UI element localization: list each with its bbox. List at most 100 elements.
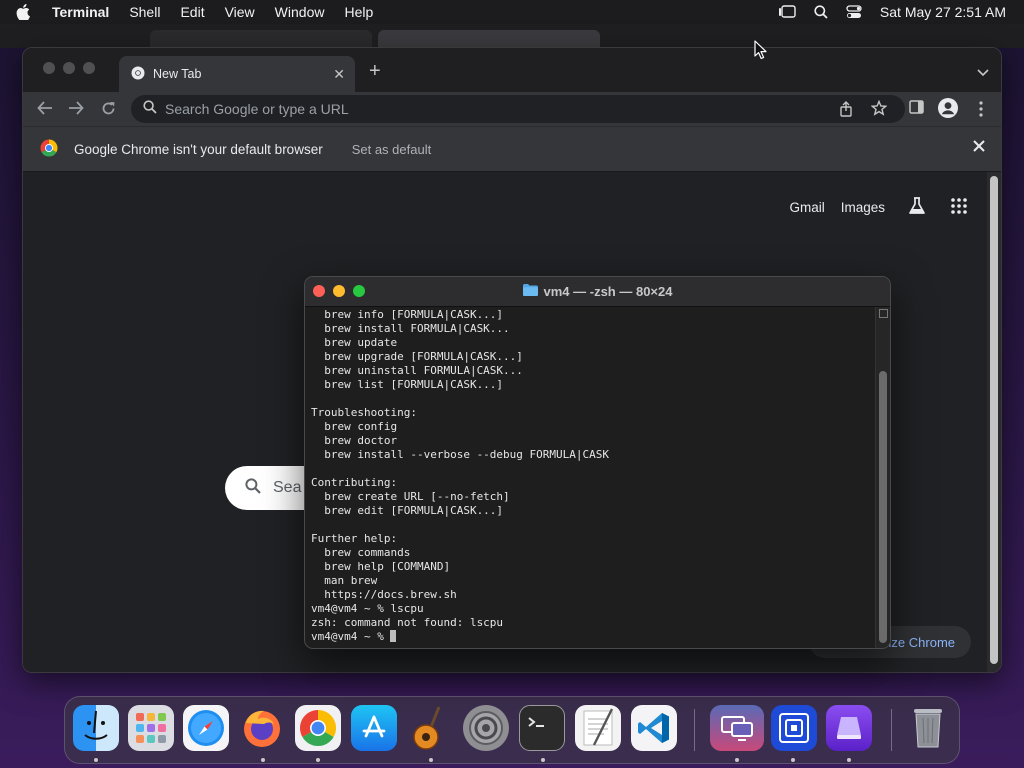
omnibox[interactable]: Search Google or type a URL <box>131 95 905 123</box>
dock-running-dot <box>94 758 98 762</box>
apple-menu-icon[interactable] <box>16 4 36 20</box>
terminal-line: brew info [FORMULA|CASK...] <box>311 308 504 321</box>
terminal-line: zsh: command not found: lscpu <box>311 616 504 629</box>
terminal-scrollbar[interactable] <box>875 307 890 648</box>
terminal-close-button[interactable] <box>313 285 325 297</box>
search-icon <box>143 99 157 119</box>
mouse-pointer-icon <box>754 40 768 65</box>
tab-new-tab[interactable]: New Tab ✕ <box>119 56 355 92</box>
terminal-line: brew install --verbose --debug FORMULA|C… <box>311 448 610 461</box>
search-icon <box>245 477 261 499</box>
page-scrollbar[interactable] <box>987 172 1001 672</box>
dock-separator <box>891 709 892 751</box>
dock-launchpad-icon[interactable] <box>128 705 174 751</box>
share-icon[interactable] <box>839 101 853 122</box>
infobar-message: Google Chrome isn't your default browser <box>74 141 323 157</box>
set-as-default-button[interactable]: Set as default <box>352 142 432 157</box>
dock-vscode-icon[interactable] <box>631 705 677 751</box>
side-panel-icon[interactable] <box>909 100 924 119</box>
spotlight-search-icon[interactable] <box>814 5 828 19</box>
menu-view[interactable]: View <box>225 4 255 20</box>
dock-utm-icon[interactable] <box>771 705 817 751</box>
chrome-favicon-icon <box>131 66 145 83</box>
dock-screen-sharing-icon[interactable] <box>710 705 764 751</box>
labs-flask-icon[interactable] <box>907 196 927 219</box>
omnibox-placeholder: Search Google or type a URL <box>165 101 349 117</box>
reload-icon[interactable] <box>101 101 116 121</box>
stage-manager-icon[interactable] <box>778 5 796 19</box>
window-controls <box>43 62 95 74</box>
terminal-zoom-button[interactable] <box>353 285 365 297</box>
dock-textedit-icon[interactable] <box>575 705 621 751</box>
terminal-line: Troubleshooting: <box>311 406 417 419</box>
control-center-icon[interactable] <box>846 5 862 19</box>
menu-help[interactable]: Help <box>344 4 373 20</box>
default-browser-infobar: Google Chrome isn't your default browser… <box>23 126 1001 172</box>
tab-close-icon[interactable]: ✕ <box>333 66 345 83</box>
close-window-button[interactable] <box>43 62 55 74</box>
terminal-line: brew update <box>311 336 398 349</box>
menu-window[interactable]: Window <box>275 4 325 20</box>
kebab-menu-icon[interactable] <box>979 101 983 122</box>
google-apps-grid-icon[interactable] <box>951 198 967 217</box>
dock-terminal-icon[interactable] <box>519 705 565 751</box>
minimize-window-button[interactable] <box>63 62 75 74</box>
bookmark-star-icon[interactable] <box>870 99 888 121</box>
terminal-line: brew create URL [--no-fetch] <box>311 490 510 503</box>
menu-clock[interactable]: Sat May 27 2:51 AM <box>880 4 1006 20</box>
terminal-line: man brew <box>311 574 378 587</box>
dock-vm-app-icon[interactable] <box>826 705 872 751</box>
profile-avatar-icon[interactable] <box>938 98 958 123</box>
dock-finder-icon[interactable] <box>73 705 119 751</box>
dock-chrome-icon[interactable] <box>295 705 341 751</box>
dock-running-dot <box>261 758 265 762</box>
terminal-window: vm4 — -zsh — 80×24 brew info [FORMULA|CA… <box>304 276 891 649</box>
menu-edit[interactable]: Edit <box>180 4 204 20</box>
menu-app-name[interactable]: Terminal <box>52 4 109 20</box>
back-arrow-icon[interactable] <box>37 101 53 120</box>
terminal-prompt-line[interactable]: vm4@vm4 ~ % <box>311 630 877 644</box>
terminal-title: vm4 — -zsh — 80×24 <box>543 284 673 299</box>
dock-running-dot <box>791 758 795 762</box>
terminal-line: vm4@vm4 ~ % lscpu <box>311 602 424 615</box>
page-scrollbar-thumb[interactable] <box>990 176 998 664</box>
folder-icon <box>522 284 538 299</box>
background-tab <box>378 30 600 48</box>
terminal-window-controls <box>313 285 365 297</box>
forward-arrow-icon[interactable] <box>68 101 84 120</box>
infobar-close-icon[interactable] <box>973 140 985 155</box>
terminal-line: https://docs.brew.sh <box>311 588 457 601</box>
dock-trash-icon[interactable] <box>905 705 951 751</box>
gmail-link[interactable]: Gmail <box>789 200 824 215</box>
terminal-cursor <box>390 630 397 642</box>
tab-strip: New Tab ✕ + <box>23 48 1001 92</box>
chrome-logo-icon <box>40 139 58 160</box>
terminal-scrollbar-thumb[interactable] <box>879 371 887 643</box>
terminal-titlebar[interactable]: vm4 — -zsh — 80×24 <box>305 277 890 307</box>
dock-system-settings-icon[interactable] <box>463 705 509 751</box>
terminal-line: brew list [FORMULA|CASK...] <box>311 378 504 391</box>
dock-firefox-icon[interactable] <box>239 705 285 751</box>
dock-running-dot <box>735 758 739 762</box>
dock <box>64 696 960 764</box>
terminal-line: brew upgrade [FORMULA|CASK...] <box>311 350 523 363</box>
new-tab-plus-icon[interactable]: + <box>369 60 381 83</box>
terminal-line: brew doctor <box>311 434 398 447</box>
menu-bar: Terminal Shell Edit View Window Help Sat… <box>0 0 1024 24</box>
tab-search-chevron-icon[interactable] <box>977 64 989 82</box>
images-link[interactable]: Images <box>841 200 885 215</box>
scrollbar-top-marker <box>879 309 888 318</box>
terminal-line: brew uninstall FORMULA|CASK... <box>311 364 523 377</box>
terminal-minimize-button[interactable] <box>333 285 345 297</box>
dock-running-dot <box>316 758 320 762</box>
background-tab <box>150 30 372 48</box>
dock-running-dot <box>429 758 433 762</box>
terminal-output[interactable]: brew info [FORMULA|CASK...] brew install… <box>305 307 877 648</box>
dock-garageband-icon[interactable] <box>407 705 453 751</box>
terminal-line: brew config <box>311 420 398 433</box>
terminal-line: Further help: <box>311 532 398 545</box>
zoom-window-button[interactable] <box>83 62 95 74</box>
dock-app-store-icon[interactable] <box>351 705 397 751</box>
menu-shell[interactable]: Shell <box>129 4 160 20</box>
dock-safari-icon[interactable] <box>183 705 229 751</box>
